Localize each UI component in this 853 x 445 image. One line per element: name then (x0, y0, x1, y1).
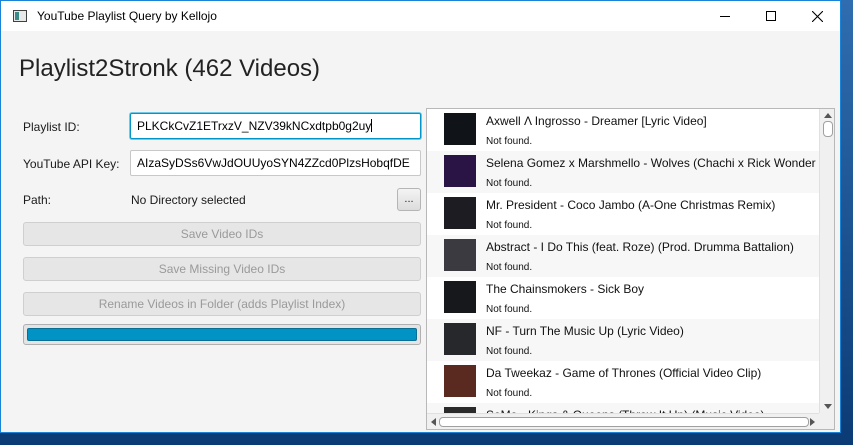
video-thumbnail (444, 239, 476, 271)
maximize-icon (766, 11, 776, 21)
video-title: Mr. President - Coco Jambo (A-One Christ… (486, 198, 776, 212)
list-item[interactable]: The Chainsmokers - Sick Boy Not found. (427, 277, 819, 319)
scroll-down-icon[interactable] (824, 404, 832, 409)
video-status: Not found. (486, 346, 533, 357)
video-status: Not found. (486, 262, 533, 273)
api-key-label: YouTube API Key: (23, 157, 120, 171)
save-video-ids-button[interactable]: Save Video IDs (23, 222, 421, 246)
progress-bar (23, 324, 421, 345)
video-thumbnail (444, 197, 476, 229)
list-item[interactable]: SoMo - Kings & Queens (Throw It Up) (Mus… (427, 403, 819, 413)
playlist-id-input[interactable]: PLKCkCvZ1ETrxzV_NZV39kNCxdtpb0g2uy (130, 113, 421, 139)
scroll-up-icon[interactable] (824, 113, 832, 118)
video-title: Abstract - I Do This (feat. Roze) (Prod.… (486, 240, 794, 254)
video-thumbnail (444, 113, 476, 145)
video-title: Axwell Λ Ingrosso - Dreamer [Lyric Video… (486, 114, 707, 128)
list-item[interactable]: Axwell Λ Ingrosso - Dreamer [Lyric Video… (427, 109, 819, 151)
rename-videos-button[interactable]: Rename Videos in Folder (adds Playlist I… (23, 292, 421, 316)
playlist-id-value: PLKCkCvZ1ETrxzV_NZV39kNCxdtpb0g2uy (137, 119, 372, 133)
vertical-scrollbar[interactable] (819, 109, 834, 413)
list-item[interactable]: Abstract - I Do This (feat. Roze) (Prod.… (427, 235, 819, 277)
text-caret (371, 119, 373, 132)
scroll-left-icon[interactable] (431, 418, 436, 426)
video-list-viewport: Axwell Λ Ingrosso - Dreamer [Lyric Video… (427, 109, 819, 413)
page-title: Playlist2Stronk (462 Videos) (19, 55, 321, 82)
video-status: Not found. (486, 388, 533, 399)
list-item[interactable]: Selena Gomez x Marshmello - Wolves (Chac… (427, 151, 819, 193)
video-thumbnail (444, 281, 476, 313)
horizontal-scrollbar[interactable] (427, 413, 819, 429)
close-button[interactable] (794, 1, 840, 31)
app-window: YouTube Playlist Query by Kellojo Playli… (0, 0, 841, 433)
list-item[interactable]: Da Tweekaz - Game of Thrones (Official V… (427, 361, 819, 403)
horizontal-scroll-thumb[interactable] (439, 417, 809, 427)
playlist-id-label: Playlist ID: (23, 120, 80, 134)
path-value: No Directory selected (131, 193, 246, 207)
video-status: Not found. (486, 178, 533, 189)
api-key-input[interactable]: AIzaSyDSs6VwJdOUUyoSYN4ZZcd0PlzsHobqfDE (130, 150, 421, 176)
maximize-button[interactable] (748, 1, 794, 31)
video-thumbnail (444, 323, 476, 355)
list-item[interactable]: NF - Turn The Music Up (Lyric Video) Not … (427, 319, 819, 361)
video-status: Not found. (486, 304, 533, 315)
video-title: Selena Gomez x Marshmello - Wolves (Chac… (486, 156, 819, 170)
browse-button[interactable]: ... (397, 188, 421, 211)
app-icon (13, 10, 27, 22)
minimize-icon (720, 15, 730, 17)
video-title: Da Tweekaz - Game of Thrones (Official V… (486, 366, 762, 380)
progress-fill (27, 328, 417, 341)
api-key-value: AIzaSyDSs6VwJdOUUyoSYN4ZZcd0PlzsHobqfDE (137, 156, 410, 170)
video-status: Not found. (486, 220, 533, 231)
minimize-button[interactable] (702, 1, 748, 31)
video-title: The Chainsmokers - Sick Boy (486, 282, 645, 296)
video-status: Not found. (486, 136, 533, 147)
path-label: Path: (23, 193, 52, 207)
list-item[interactable]: Mr. President - Coco Jambo (A-One Christ… (427, 193, 819, 235)
video-title: NF - Turn The Music Up (Lyric Video) (486, 324, 684, 338)
scroll-right-icon[interactable] (810, 418, 815, 426)
vertical-scroll-thumb[interactable] (823, 121, 833, 137)
video-list[interactable]: Axwell Λ Ingrosso - Dreamer [Lyric Video… (426, 108, 835, 430)
close-icon (811, 10, 823, 22)
save-missing-video-ids-button[interactable]: Save Missing Video IDs (23, 257, 421, 281)
window-title: YouTube Playlist Query by Kellojo (37, 9, 217, 23)
video-thumbnail (444, 365, 476, 397)
scrollbar-corner (819, 413, 834, 429)
video-thumbnail (444, 155, 476, 187)
title-bar[interactable]: YouTube Playlist Query by Kellojo (1, 1, 840, 31)
